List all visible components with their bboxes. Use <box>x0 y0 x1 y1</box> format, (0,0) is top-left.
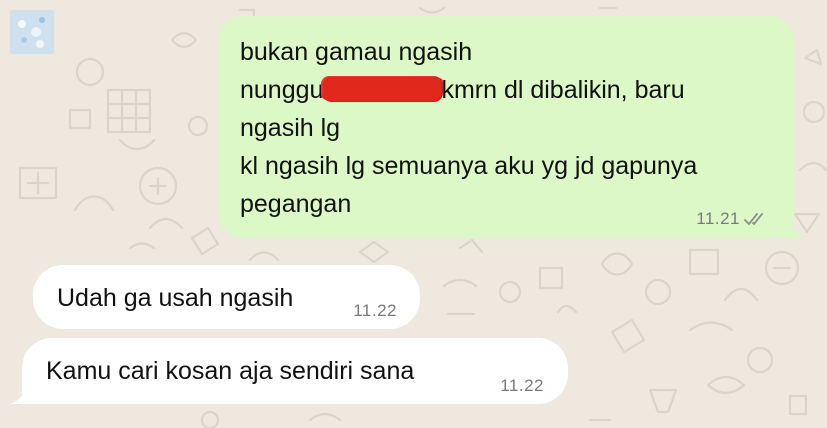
incoming-message-bubble[interactable]: Kamu cari kosan aja sendiri sana 11.22 <box>10 338 568 404</box>
message-text: kmrn dl dibalikin, baru <box>441 76 685 104</box>
message-line: ngasih lg <box>240 114 341 142</box>
message-line: pegangan <box>240 190 352 218</box>
message-timestamp: 11.22 <box>500 376 544 395</box>
message-text: nunggu <box>240 76 324 104</box>
incoming-message-bubble[interactable]: Udah ga usah ngasih 11.22 <box>33 265 420 329</box>
message-timestamp: 11.22 <box>353 301 397 320</box>
message-line: bukan gamau ngasih <box>240 38 473 66</box>
outgoing-message-bubble[interactable]: bukan gamau ngasih nunggu kmrn dl dibalik… <box>218 16 806 238</box>
outgoing-bubble-tail <box>780 212 806 238</box>
incoming-bubble-tail <box>10 378 36 404</box>
message-line-with-redaction: nunggu kmrn dl dibalikin, baru <box>240 71 772 109</box>
message-timestamp: 11.21 <box>696 209 740 228</box>
message-meta: 11.21 <box>696 209 768 229</box>
message-line: kl ngasih lg semuanya aku yg jd gapunya <box>240 152 698 180</box>
avatar-image <box>10 10 54 54</box>
avatar[interactable] <box>10 10 54 54</box>
redaction-scribble <box>323 77 442 101</box>
message-text: Udah ga usah ngasih <box>57 284 294 312</box>
double-check-icon <box>744 213 763 225</box>
message-text: Kamu cari kosan aja sendiri sana <box>46 357 415 385</box>
